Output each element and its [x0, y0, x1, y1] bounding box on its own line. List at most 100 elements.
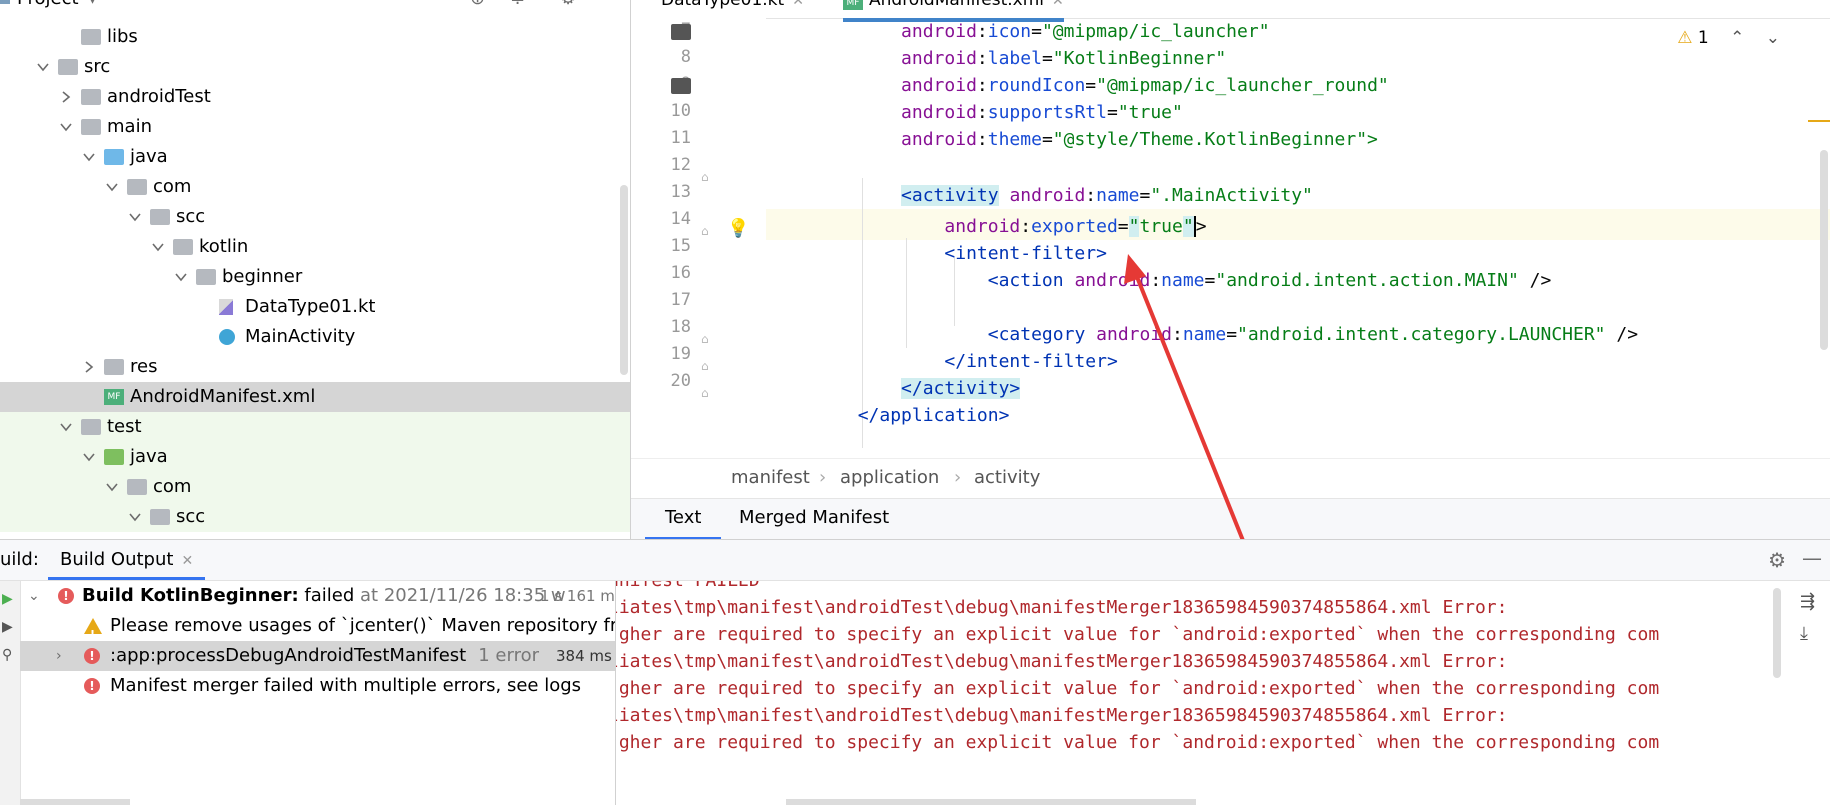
breadcrumb-separator: › [819, 467, 827, 488]
close-icon[interactable]: ✕ [792, 0, 804, 9]
build-tree-row-error[interactable]: ! Manifest merger failed with multiple e… [20, 671, 615, 701]
build-tree-row-warning[interactable]: ! Please remove usages of `jcenter()` Ma… [20, 611, 615, 641]
breadcrumb-activity[interactable]: activity [974, 467, 1040, 488]
tree-item[interactable]: src [0, 52, 630, 82]
tab-text[interactable]: Text [645, 507, 722, 539]
project-panel: Project ▾ ⊕ ≑ ⚙ — libs src androidTest main… [0, 0, 631, 539]
tree-item[interactable]: com [0, 172, 630, 202]
tree-item[interactable]: java [0, 142, 630, 172]
image-icon[interactable] [671, 24, 691, 40]
editor-gutter: 7891011121314151617181920 💡 ⌂ ⌂ ⌂ ⌂ ⌂ [631, 18, 766, 458]
tree-item-label: beginner [222, 266, 303, 287]
fold-icon[interactable]: ⌂ [701, 359, 709, 373]
warning-count: 1 [1697, 28, 1709, 48]
xml-tag: <intent-filter> [944, 243, 1107, 264]
xml-tag: </activity> [901, 378, 1021, 399]
project-title[interactable]: Project [17, 0, 79, 9]
xml-attribute: roundIcon [987, 75, 1086, 96]
tree-item[interactable]: DataType01.kt [0, 292, 630, 322]
build-console[interactable]: anifest FAILEDliates\tmp\manifest\androi… [616, 581, 1790, 805]
tree-item[interactable]: scc [0, 502, 630, 532]
build-status: failed [298, 585, 355, 606]
console-scrollbar-v[interactable] [1773, 588, 1781, 678]
tree-item[interactable]: MF AndroidManifest.xml [0, 382, 630, 412]
tree-item[interactable]: beginner [0, 262, 630, 292]
build-time: 1 s 161 ms [540, 587, 616, 605]
build-tree-row-root[interactable]: ⌄ ! Build KotlinBeginner: failed at 2021… [20, 581, 615, 611]
collapse-all-icon[interactable]: ≑ [510, 0, 525, 9]
scroll-to-end-icon[interactable]: ⤓ [1800, 623, 1808, 644]
breadcrumb-manifest[interactable]: manifest [731, 467, 810, 488]
warning-marker[interactable] [1808, 120, 1830, 122]
tree-item[interactable]: MainActivity [0, 322, 630, 352]
soft-wrap-icon[interactable]: ⇶ [1800, 591, 1815, 612]
warning-icon: ⚠ [1677, 28, 1693, 48]
build-message: Please remove usages of `jcenter()` Mave… [110, 615, 616, 636]
rerun-icon[interactable]: ▶ [2, 591, 13, 607]
tab-build-output[interactable]: Build Output ✕ [48, 540, 206, 580]
package-icon [173, 239, 193, 255]
tab-label: AndroidManifest.xml [869, 0, 1045, 10]
tree-item[interactable]: scc [0, 202, 630, 232]
xml-punctuation: /> [1518, 270, 1552, 291]
close-icon[interactable]: ✕ [1052, 0, 1064, 9]
fold-icon[interactable]: ⌂ [701, 170, 709, 184]
xml-value: ".MainActivity" [1150, 185, 1313, 206]
chevron-up-icon[interactable]: ⌃ [1730, 28, 1744, 48]
minimize-icon[interactable]: — [1802, 546, 1822, 570]
tab-label: DataType01.kt [661, 0, 785, 10]
inspection-widget[interactable]: ⚠ 1 ⌃ ⌄ [1677, 28, 1780, 48]
project-scrollbar[interactable] [620, 185, 628, 375]
xml-attribute: supportsRtl [987, 102, 1107, 123]
lightbulb-icon[interactable]: 💡 [727, 218, 749, 239]
fold-icon[interactable]: ⌂ [701, 224, 709, 238]
build-tree-row-task[interactable]: › ! :app:processDebugAndroidTestManifest… [20, 641, 615, 671]
tab-merged-manifest[interactable]: Merged Manifest [739, 507, 889, 537]
xml-value: "@style/Theme.KotlinBeginner"> [1052, 129, 1378, 150]
line-number: 19 [670, 344, 691, 364]
gear-icon[interactable]: ⚙ [560, 0, 576, 9]
code-line: </application> [771, 400, 1010, 431]
xml-namespace: android [901, 102, 977, 123]
tree-item[interactable]: java [0, 442, 630, 472]
minimize-icon[interactable]: — [598, 0, 616, 9]
console-scrollbar-h[interactable] [786, 799, 1196, 805]
fold-icon[interactable]: ⌂ [701, 386, 709, 400]
editor-scrollbar[interactable] [1820, 150, 1828, 350]
tree-item[interactable]: main [0, 112, 630, 142]
code-line: android:theme="@style/Theme.KotlinBeginn… [901, 129, 1378, 150]
xml-namespace: android [1074, 270, 1151, 291]
error-icon: ! [58, 588, 74, 604]
tree-item[interactable]: res [0, 352, 630, 382]
image-icon[interactable] [671, 78, 691, 94]
locate-target-icon[interactable]: ⊕ [470, 0, 485, 9]
line-number: 15 [670, 236, 691, 256]
xml-namespace: android [901, 129, 977, 150]
chevron-down-icon[interactable]: ⌄ [28, 581, 40, 611]
close-icon[interactable]: ✕ [181, 553, 193, 569]
line-number: 10 [670, 101, 691, 121]
tree-item-label: scc [176, 506, 206, 527]
chevron-down-icon[interactable]: ▾ [88, 0, 97, 9]
gear-icon[interactable]: ⚙ [1768, 548, 1786, 572]
chevron-down-icon[interactable]: ⌄ [1766, 28, 1780, 48]
fold-icon[interactable]: ⌂ [701, 332, 709, 346]
chevron-right-icon[interactable]: › [56, 641, 62, 671]
tree-item[interactable]: com [0, 472, 630, 502]
tab-label: Build Output [60, 549, 174, 570]
filter-icon[interactable]: ⚲ [2, 647, 12, 663]
line-number: 18 [670, 317, 691, 337]
tree-item[interactable]: libs [0, 22, 630, 52]
stop-icon[interactable]: ▶ [2, 619, 13, 635]
tree-item-label: main [107, 116, 152, 137]
tree-item[interactable]: test [0, 412, 630, 442]
xml-namespace: android [901, 21, 977, 42]
tree-item[interactable]: androidTest [0, 82, 630, 112]
test-folder-icon [104, 449, 124, 465]
code-area[interactable]: android:icon="@mipmap/ic_launcher" andro… [771, 18, 1811, 458]
tree-item[interactable]: kotlin [0, 232, 630, 262]
breadcrumb-application[interactable]: application [840, 467, 939, 488]
line-number: 13 [670, 182, 691, 202]
build-tree-scrollbar[interactable] [20, 799, 130, 805]
breadcrumb: manifest › application › activity [631, 458, 1830, 499]
